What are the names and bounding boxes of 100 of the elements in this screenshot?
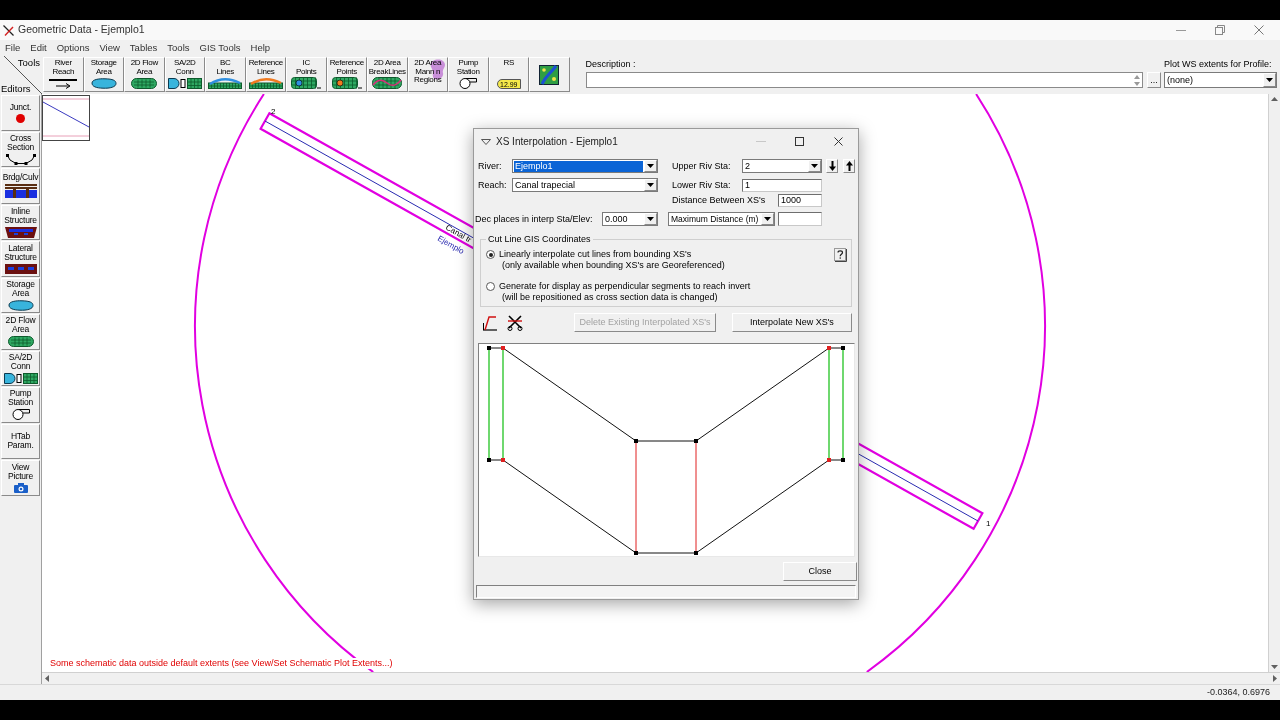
- scroll-right-icon[interactable]: [1273, 675, 1277, 682]
- editor-button[interactable]: Junct.: [1, 95, 40, 131]
- grid-blob-icon: [7, 336, 34, 348]
- grid-blob-icon: [131, 78, 158, 89]
- pump-icon: [11, 409, 30, 421]
- editor-button[interactable]: View Picture: [1, 460, 40, 496]
- action-button[interactable]: Interpolate New XS's: [732, 313, 852, 332]
- tool-button[interactable]: Reference Points: [326, 57, 367, 92]
- upper-station-dropdown[interactable]: 2: [742, 159, 822, 173]
- browse-button[interactable]: ...: [1147, 72, 1161, 88]
- menu-item[interactable]: Tables: [129, 42, 158, 54]
- line-tool-icon[interactable]: [482, 314, 498, 331]
- distance-mode-dropdown[interactable]: Maximum Distance (m): [668, 212, 775, 226]
- editor-button[interactable]: Pump Station: [1, 387, 40, 423]
- close-icon: [834, 137, 843, 146]
- radio-button[interactable]: [486, 250, 495, 259]
- lower-station-label: Lower Riv Sta:: [672, 179, 732, 191]
- tool-button[interactable]: 2D Area Mann n Regions: [407, 57, 448, 92]
- menu-item[interactable]: View: [99, 42, 120, 54]
- pump-icon: [459, 78, 478, 89]
- tool-button[interactable]: Pump Station: [448, 57, 489, 92]
- tool-button[interactable]: BC Lines: [205, 57, 246, 92]
- station-label: 1: [986, 519, 991, 528]
- editor-button[interactable]: Lateral Structure: [1, 241, 40, 277]
- tool-button[interactable]: Storage Area: [83, 57, 124, 92]
- grid-wave-icon: [372, 77, 403, 89]
- arrow-down-icon: [828, 161, 836, 171]
- reach-label: Reach:: [478, 179, 508, 191]
- editor-button[interactable]: 2D Flow Area: [1, 314, 40, 350]
- tool-button[interactable]: River Reach: [43, 57, 84, 92]
- menu-item[interactable]: Tools: [167, 42, 190, 54]
- river-label: River:: [478, 160, 503, 172]
- distance-field[interactable]: 1000: [778, 194, 822, 207]
- max-distance-field[interactable]: [778, 212, 822, 226]
- decimal-places-dropdown[interactable]: 0.000: [602, 212, 658, 226]
- menu-item[interactable]: Options: [56, 42, 90, 54]
- vertical-scrollbar[interactable]: [1268, 94, 1280, 672]
- map-icon: [539, 64, 560, 85]
- tool-button[interactable]: 2D Flow Area: [124, 57, 165, 92]
- tool-button[interactable]: IC Points: [286, 57, 327, 92]
- profile-dropdown[interactable]: (none): [1164, 72, 1277, 88]
- dialog-title: XS Interpolation - Ejemplo1: [496, 135, 618, 149]
- station-label: 2: [271, 107, 276, 116]
- dam-icon: [4, 226, 37, 238]
- camera-icon: [13, 482, 28, 493]
- tool-button[interactable]: 2D Area BreakLines: [367, 57, 408, 92]
- warning-text: Some schematic data outside default extents (see View/Set Schematic Plot Extents...): [50, 658, 393, 669]
- scroll-left-icon[interactable]: [45, 675, 49, 682]
- editor-button[interactable]: Cross Section: [1, 131, 40, 167]
- scissors-icon[interactable]: [507, 314, 523, 331]
- grid-point-icon: [331, 77, 362, 89]
- lower-station-field[interactable]: 1: [742, 178, 822, 192]
- caret-icon: [811, 164, 818, 168]
- editor-button[interactable]: Storage Area: [1, 277, 40, 313]
- cross-section-icon: [5, 153, 36, 165]
- point-marker: [501, 346, 505, 350]
- blob-icon: [7, 299, 34, 311]
- spin-arrows-icon[interactable]: [1134, 74, 1140, 86]
- horizontal-scrollbar[interactable]: [42, 672, 1280, 684]
- map-button[interactable]: [529, 57, 570, 92]
- river-dropdown[interactable]: Ejemplo1: [512, 159, 658, 173]
- radio-button[interactable]: [486, 282, 495, 291]
- close-dialog-button[interactable]: Close: [783, 562, 857, 581]
- profile-label: Plot WS extents for Profile:: [1164, 58, 1273, 70]
- editors-label: Editors: [1, 84, 31, 94]
- move-down-button[interactable]: [826, 159, 838, 173]
- menu-item[interactable]: GIS Tools: [199, 42, 241, 54]
- tool-button[interactable]: Reference Lines: [245, 57, 286, 92]
- editor-button[interactable]: Brdg/Culv: [1, 168, 40, 204]
- help-icon[interactable]: [834, 248, 847, 262]
- move-up-button[interactable]: [843, 159, 855, 173]
- description-field[interactable]: [585, 72, 1143, 88]
- editor-button[interactable]: Inline Structure: [1, 204, 40, 240]
- group-title: Cut Line GIS Coordinates: [487, 234, 592, 245]
- reach-dropdown[interactable]: Canal trapecial: [512, 178, 658, 192]
- point-marker: [694, 439, 698, 443]
- point-marker: [827, 346, 831, 350]
- grid-arc-icon: [248, 77, 283, 89]
- menu-item[interactable]: Edit: [30, 42, 47, 54]
- caret-icon: [764, 217, 771, 221]
- tools-label: Tools: [17, 58, 40, 68]
- point-marker: [634, 439, 638, 443]
- point-marker: [487, 458, 491, 462]
- window-title: Geometric Data - Ejemplo1: [18, 22, 145, 38]
- editor-button[interactable]: HTab Param.: [1, 423, 40, 459]
- menu-item[interactable]: Help: [250, 42, 271, 54]
- tool-button[interactable]: SA/2D Conn: [164, 57, 205, 92]
- bridge-icon: [4, 184, 37, 199]
- option-note: (only available when bounding XS's are Georeferenced): [502, 260, 726, 271]
- scroll-down-icon[interactable]: [1271, 665, 1278, 669]
- editor-button[interactable]: SA/2D Conn: [1, 350, 40, 386]
- option-note: (will be repositioned as cross section data is changed): [502, 292, 719, 303]
- grid-point-icon: [291, 77, 322, 89]
- overview-map-drawing[interactable]: [42, 95, 90, 141]
- minimize-icon: [755, 141, 766, 142]
- dot-icon: [16, 113, 25, 123]
- arrow-up-icon: [845, 161, 853, 171]
- menu-item[interactable]: File: [5, 42, 21, 54]
- scroll-up-icon[interactable]: [1271, 97, 1278, 101]
- description-label: Description :: [585, 58, 637, 70]
